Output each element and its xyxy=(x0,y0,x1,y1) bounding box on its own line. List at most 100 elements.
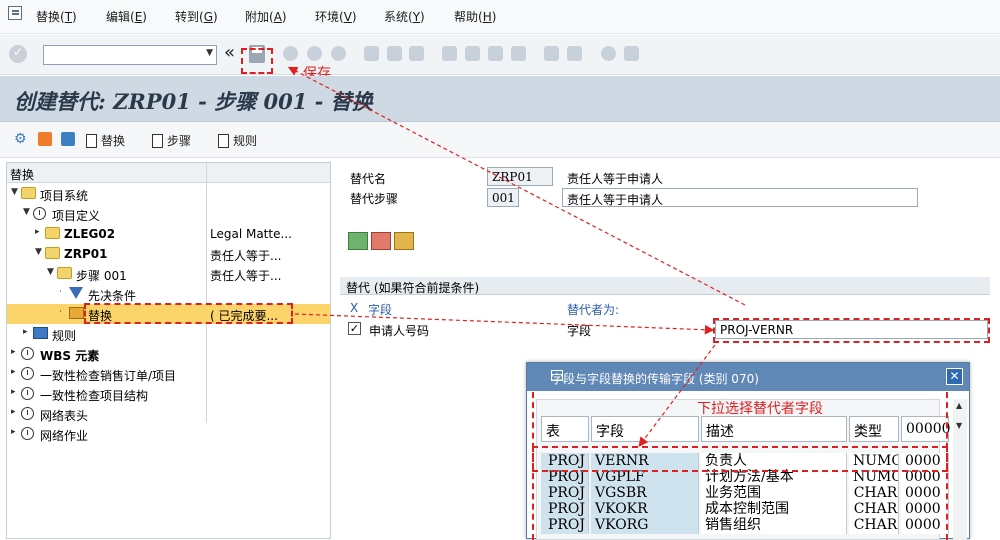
display-change-icon[interactable]: ⚙ xyxy=(14,131,27,147)
expand-icon[interactable]: ▸ xyxy=(35,227,40,237)
close-icon[interactable]: ✕ xyxy=(946,368,963,385)
value-highlight xyxy=(713,318,990,343)
expand-icon[interactable]: ▸ xyxy=(23,327,28,337)
expand-icon[interactable]: · xyxy=(59,307,62,317)
substitution-name-field: ZRP01 xyxy=(487,167,553,186)
expand-icon[interactable]: · xyxy=(59,287,62,297)
tree-header: 替换 xyxy=(7,163,330,183)
tree-node[interactable]: ▸ 网络表头 xyxy=(7,404,330,424)
clock-icon xyxy=(21,387,34,400)
new-session-icon[interactable] xyxy=(544,46,559,61)
scroll-up-icon[interactable]: ▲ xyxy=(956,401,962,410)
tree-node-description: 责任人等于... xyxy=(210,269,282,283)
previous-page-icon[interactable] xyxy=(465,46,480,61)
page-title: 创建替代: ZRP01 - 步骤 001 - 替换 xyxy=(14,89,373,114)
step-description-field[interactable]: 责任人等于申请人 xyxy=(562,188,918,207)
popup-scrollbar[interactable]: ▲ ▼ xyxy=(953,399,967,540)
tree-node[interactable]: ▸ WBS 元素 xyxy=(7,344,330,364)
tree-node-description: Legal Matte... xyxy=(210,227,292,241)
tree-node-label: 一致性检查销售订单/项目 xyxy=(40,369,177,383)
formula-icon[interactable] xyxy=(394,232,414,250)
application-toolbar: ⚙ 替换 步骤 规则 xyxy=(0,122,1000,158)
last-page-icon[interactable] xyxy=(511,46,526,61)
cancel-icon[interactable] xyxy=(331,46,346,61)
clock-icon xyxy=(21,427,34,440)
selected-row-highlight xyxy=(532,446,948,472)
tree-node-label: 规则 xyxy=(52,329,77,343)
find-icon[interactable] xyxy=(387,46,402,61)
new-step-button[interactable]: 步骤 xyxy=(152,132,191,149)
tree-node-description: 责任人等于... xyxy=(210,249,282,263)
column-substituted-by-header: 替代者为: xyxy=(567,303,620,317)
tree-node[interactable]: ▸ 网络作业 xyxy=(7,424,330,444)
expand-icon[interactable]: ▸ xyxy=(11,387,16,397)
dropdown-arrow-icon[interactable]: ▼ xyxy=(206,48,213,58)
popup-title-bar: 字段与字段替换的传输字段 (类别 070) ✕ xyxy=(527,363,969,391)
collapse-icon[interactable]: ▼ xyxy=(47,267,54,277)
tree-node[interactable]: ▼ 项目定义 xyxy=(7,204,330,224)
find-next-icon[interactable] xyxy=(409,46,424,61)
menu-item-help[interactable]: 帮助(H) xyxy=(454,8,496,25)
expand-icon[interactable]: ▸ xyxy=(11,427,16,437)
expand-icon[interactable]: ▸ xyxy=(11,347,16,357)
back-nav-icon[interactable] xyxy=(283,46,298,61)
exit-icon[interactable] xyxy=(307,46,322,61)
title-bar: 创建替代: ZRP01 - 步骤 001 - 替换 xyxy=(0,76,1000,122)
tree-node[interactable]: ▸ 一致性检查项目结构 xyxy=(7,384,330,404)
clock-icon xyxy=(21,347,34,360)
new-substitution-button[interactable]: 替换 xyxy=(86,132,125,149)
tree-node-label: 网络作业 xyxy=(40,429,89,443)
next-page-icon[interactable] xyxy=(488,46,503,61)
shortcut-icon[interactable] xyxy=(567,46,582,61)
tree-node-label: 步骤 001 xyxy=(76,269,127,283)
tree-node[interactable]: ▸ 规则 xyxy=(7,324,330,344)
menu-item-edit[interactable]: 编辑(E) xyxy=(106,8,147,25)
menu-item-system[interactable]: 系统(Y) xyxy=(384,8,425,25)
tree-node-label: 一致性检查项目结构 xyxy=(40,389,149,403)
replace-highlight xyxy=(84,303,293,324)
tree-node-label: 网络表头 xyxy=(40,409,89,423)
help-icon[interactable] xyxy=(601,46,616,61)
delete-row-icon[interactable] xyxy=(371,232,391,250)
substitution-group-header: 替代 (如果符合前提条件) xyxy=(340,277,990,295)
folder-icon xyxy=(57,267,72,279)
field-checkbox[interactable]: ✓ xyxy=(348,322,361,335)
tree-node-label: ZRP01 xyxy=(64,247,108,261)
tree-node-label: ZLEG02 xyxy=(64,227,116,241)
tree-node[interactable]: ▼ 项目系统 xyxy=(7,184,330,204)
copy-icon[interactable] xyxy=(38,132,52,146)
clock-icon xyxy=(21,367,34,380)
menu-item-substitution[interactable]: 替换(T) xyxy=(36,8,77,25)
tree-node[interactable]: ▼ ZRP01 责任人等于... xyxy=(7,244,330,264)
menu-item-environment[interactable]: 环境(V) xyxy=(315,8,357,25)
substitution-icon xyxy=(69,307,84,319)
command-field[interactable]: ▼ xyxy=(43,45,217,65)
tree-node[interactable]: · 先决条件 xyxy=(7,284,330,304)
expand-icon[interactable]: ▸ xyxy=(11,407,16,417)
menu-bar: 替换(T) 编辑(E) 转到(G) 附加(A) 环境(V) 系统(Y) 帮助(H… xyxy=(0,0,1000,34)
new-page-icon xyxy=(86,134,97,148)
folder-icon xyxy=(45,227,60,239)
collapse-icon[interactable]: ▼ xyxy=(11,187,18,197)
collapse-icon[interactable]: ▼ xyxy=(35,247,42,257)
folder-icon xyxy=(45,247,60,259)
insert-row-icon[interactable] xyxy=(348,232,368,250)
delete-icon[interactable] xyxy=(61,132,75,146)
back-icon[interactable]: « xyxy=(224,42,235,63)
collapse-icon[interactable]: ▼ xyxy=(23,207,30,217)
field-name: 申请人号码 xyxy=(369,324,430,338)
tree-node[interactable]: ▼ 步骤 001 责任人等于... xyxy=(7,264,330,284)
print-icon[interactable] xyxy=(364,46,379,61)
layout-icon[interactable] xyxy=(624,46,639,61)
menu-item-extras[interactable]: 附加(A) xyxy=(245,8,287,25)
enter-icon[interactable] xyxy=(9,45,27,63)
scroll-down-icon[interactable]: ▼ xyxy=(956,421,962,430)
new-page-icon xyxy=(218,134,229,148)
tree-node[interactable]: ▸ 一致性检查销售订单/项目 xyxy=(7,364,330,384)
expand-icon[interactable]: ▸ xyxy=(11,367,16,377)
menu-icon[interactable] xyxy=(8,6,22,20)
menu-item-goto[interactable]: 转到(G) xyxy=(175,8,218,25)
new-rule-button[interactable]: 规则 xyxy=(218,132,257,149)
first-page-icon[interactable] xyxy=(442,46,457,61)
tree-node[interactable]: ▸ ZLEG02 Legal Matte... xyxy=(7,224,330,244)
